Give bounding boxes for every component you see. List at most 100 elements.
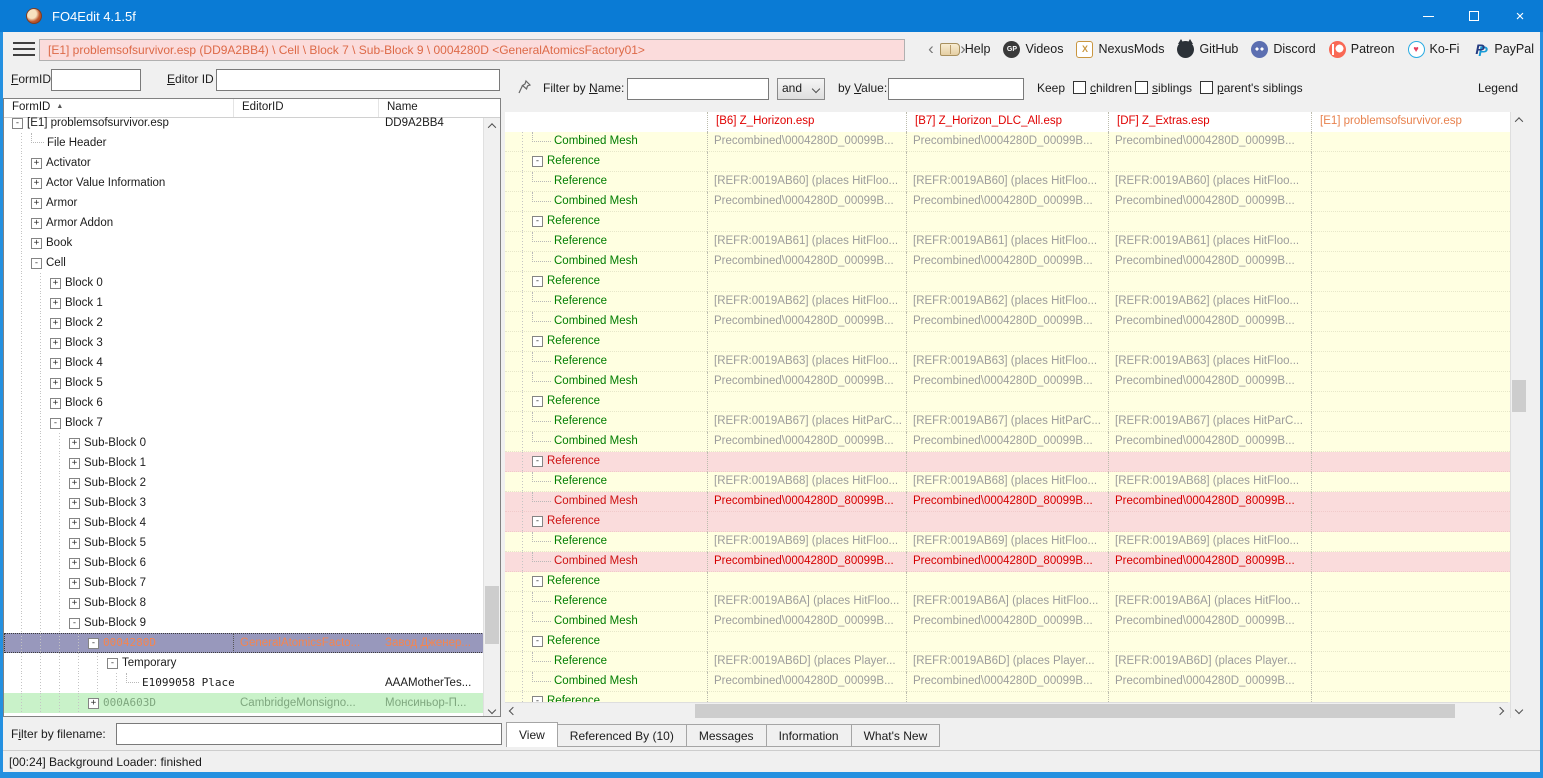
grid-row[interactable]: Reference[REFR:0019AB62] (places HitFloo… [505, 292, 1510, 312]
expander-plus-icon[interactable]: + [50, 378, 61, 389]
tree-row[interactable]: E1099058 Placed ObjectAAAMotherTes... [4, 673, 484, 693]
tab-messages[interactable]: Messages [687, 724, 767, 747]
grid-column-header[interactable]: [B6] Z_Horizon.esp [707, 112, 906, 132]
expander-minus-icon[interactable]: - [532, 636, 543, 647]
grid-row[interactable]: Reference[REFR:0019AB60] (places HitFloo… [505, 172, 1510, 192]
grid-row[interactable]: Combined MeshPrecombined\0004280D_80099B… [505, 492, 1510, 512]
close-button[interactable]: × [1497, 0, 1543, 32]
toolbar-link-help[interactable]: Help [940, 42, 991, 56]
grid-row[interactable]: -Reference [505, 512, 1510, 532]
grid-column-header[interactable]: [B7] Z_Horizon_DLC_All.esp [906, 112, 1108, 132]
expander-plus-icon[interactable]: + [69, 438, 80, 449]
tree-row[interactable]: -Temporary [4, 653, 484, 673]
expander-minus-icon[interactable]: - [532, 516, 543, 527]
grid-row[interactable]: Combined MeshPrecombined\0004280D_80099B… [505, 552, 1510, 572]
formid-input[interactable] [51, 69, 141, 91]
tree-row[interactable]: +Sub-Block 1 [4, 453, 484, 473]
checkbox-icon[interactable] [1073, 81, 1086, 94]
tree-row[interactable]: +000A603DCambridgeMonsigno...Монсиньор-П… [4, 693, 484, 713]
expander-plus-icon[interactable]: + [69, 478, 80, 489]
expander-minus-icon[interactable]: - [532, 156, 543, 167]
grid-row[interactable]: Reference[REFR:0019AB68] (places HitFloo… [505, 472, 1510, 492]
tree-row[interactable]: -Block 7 [4, 413, 484, 433]
expander-minus-icon[interactable]: - [532, 396, 543, 407]
tree-row[interactable]: -Cell [4, 253, 484, 273]
grid-row[interactable]: -Reference [505, 272, 1510, 292]
menu-hamburger-icon[interactable] [13, 42, 35, 56]
tree-row[interactable]: +Block 5 [4, 373, 484, 393]
tree-row[interactable]: +Sub-Block 5 [4, 533, 484, 553]
toolbar-link-patreon[interactable]: Patreon [1329, 41, 1395, 58]
expander-minus-icon[interactable]: - [69, 618, 80, 629]
scroll-down-icon[interactable] [484, 702, 500, 717]
tree-row[interactable]: +Armor [4, 193, 484, 213]
checkbox-icon[interactable] [1135, 81, 1148, 94]
tree-row[interactable]: +Block 1 [4, 293, 484, 313]
tree-vertical-scrollbar[interactable] [483, 118, 500, 717]
expander-minus-icon[interactable]: - [50, 418, 61, 429]
breadcrumb[interactable]: [E1] problemsofsurvivor.esp (DD9A2BB4) \… [39, 39, 905, 61]
grid-row[interactable]: Reference[REFR:0019AB63] (places HitFloo… [505, 352, 1510, 372]
expander-plus-icon[interactable]: + [50, 398, 61, 409]
expander-minus-icon[interactable]: - [107, 658, 118, 669]
maximize-button[interactable] [1451, 0, 1497, 32]
expander-plus-icon[interactable]: + [31, 158, 42, 169]
grid-row[interactable]: Reference[REFR:0019AB6D] (places Player.… [505, 652, 1510, 672]
keep-siblings-checkbox[interactable]: siblings [1135, 81, 1192, 95]
tree-row[interactable]: +Sub-Block 2 [4, 473, 484, 493]
grid-row[interactable]: Combined MeshPrecombined\0004280D_00099B… [505, 252, 1510, 272]
scroll-up-icon[interactable] [484, 118, 500, 134]
grid-row[interactable]: -Reference [505, 392, 1510, 412]
scroll-thumb[interactable] [485, 586, 499, 644]
expander-minus-icon[interactable]: - [31, 258, 42, 269]
grid-row[interactable]: Combined MeshPrecombined\0004280D_00099B… [505, 132, 1510, 152]
expander-minus-icon[interactable]: - [532, 276, 543, 287]
scroll-right-icon[interactable] [1492, 703, 1508, 719]
expander-plus-icon[interactable]: + [50, 358, 61, 369]
editorid-input[interactable] [216, 69, 500, 91]
tree-row[interactable]: +Sub-Block 0 [4, 433, 484, 453]
tree-row[interactable]: +Activator [4, 153, 484, 173]
expander-minus-icon[interactable]: - [532, 336, 543, 347]
grid-row[interactable]: Combined MeshPrecombined\0004280D_00099B… [505, 672, 1510, 692]
tree-row[interactable]: +Sub-Block 6 [4, 553, 484, 573]
expander-plus-icon[interactable]: + [50, 338, 61, 349]
toolbar-link-paypal[interactable]: PayPal [1472, 41, 1534, 58]
grid-row[interactable]: -Reference [505, 152, 1510, 172]
expander-minus-icon[interactable]: - [532, 576, 543, 587]
toolbar-link-ko-fi[interactable]: Ko-Fi [1408, 41, 1460, 58]
scroll-down-icon[interactable] [1511, 702, 1527, 718]
expander-plus-icon[interactable]: + [69, 558, 80, 569]
pin-icon[interactable] [517, 79, 533, 95]
tab-view[interactable]: View [506, 722, 558, 747]
grid-row[interactable]: Reference[REFR:0019AB67] (places HitParC… [505, 412, 1510, 432]
keep-children-checkbox[interactable]: children [1073, 81, 1132, 95]
grid-row[interactable]: -Reference [505, 452, 1510, 472]
expander-plus-icon[interactable]: + [69, 578, 80, 589]
expander-plus-icon[interactable]: + [69, 598, 80, 609]
grid-row[interactable]: Combined MeshPrecombined\0004280D_00099B… [505, 612, 1510, 632]
expander-plus-icon[interactable]: + [69, 518, 80, 529]
toolbar-link-videos[interactable]: Videos [1003, 41, 1063, 58]
grid-column-header[interactable]: [DF] Z_Extras.esp [1108, 112, 1311, 132]
toolbar-link-discord[interactable]: Discord [1251, 41, 1315, 58]
grid-row[interactable]: Combined MeshPrecombined\0004280D_00099B… [505, 432, 1510, 452]
tree-row[interactable]: +Block 2 [4, 313, 484, 333]
tree-row[interactable]: +Sub-Block 7 [4, 573, 484, 593]
tree-row[interactable]: -Sub-Block 9 [4, 613, 484, 633]
filter-name-input[interactable] [627, 78, 769, 100]
expander-plus-icon[interactable]: + [31, 178, 42, 189]
grid-row[interactable]: -Reference [505, 332, 1510, 352]
grid-column-header[interactable]: [E1] problemsofsurvivor.esp [1311, 112, 1510, 132]
scroll-up-icon[interactable] [1511, 112, 1527, 128]
tree-row[interactable]: File Header [4, 133, 484, 153]
grid-row[interactable]: -Reference [505, 212, 1510, 232]
expander-minus-icon[interactable]: - [532, 456, 543, 467]
expander-plus-icon[interactable]: + [50, 318, 61, 329]
tree-row[interactable]: -[E1] problemsofsurvivor.espDD9A2BB4 [4, 113, 484, 133]
filter-operator-select[interactable]: and [777, 78, 825, 100]
tree-row[interactable]: -0004280DGeneralAtomicsFacto...Завод Дже… [4, 633, 484, 653]
filter-value-input[interactable] [888, 78, 1024, 100]
toolbar-link-github[interactable]: GitHub [1177, 41, 1238, 58]
grid-row[interactable]: Reference[REFR:0019AB61] (places HitFloo… [505, 232, 1510, 252]
